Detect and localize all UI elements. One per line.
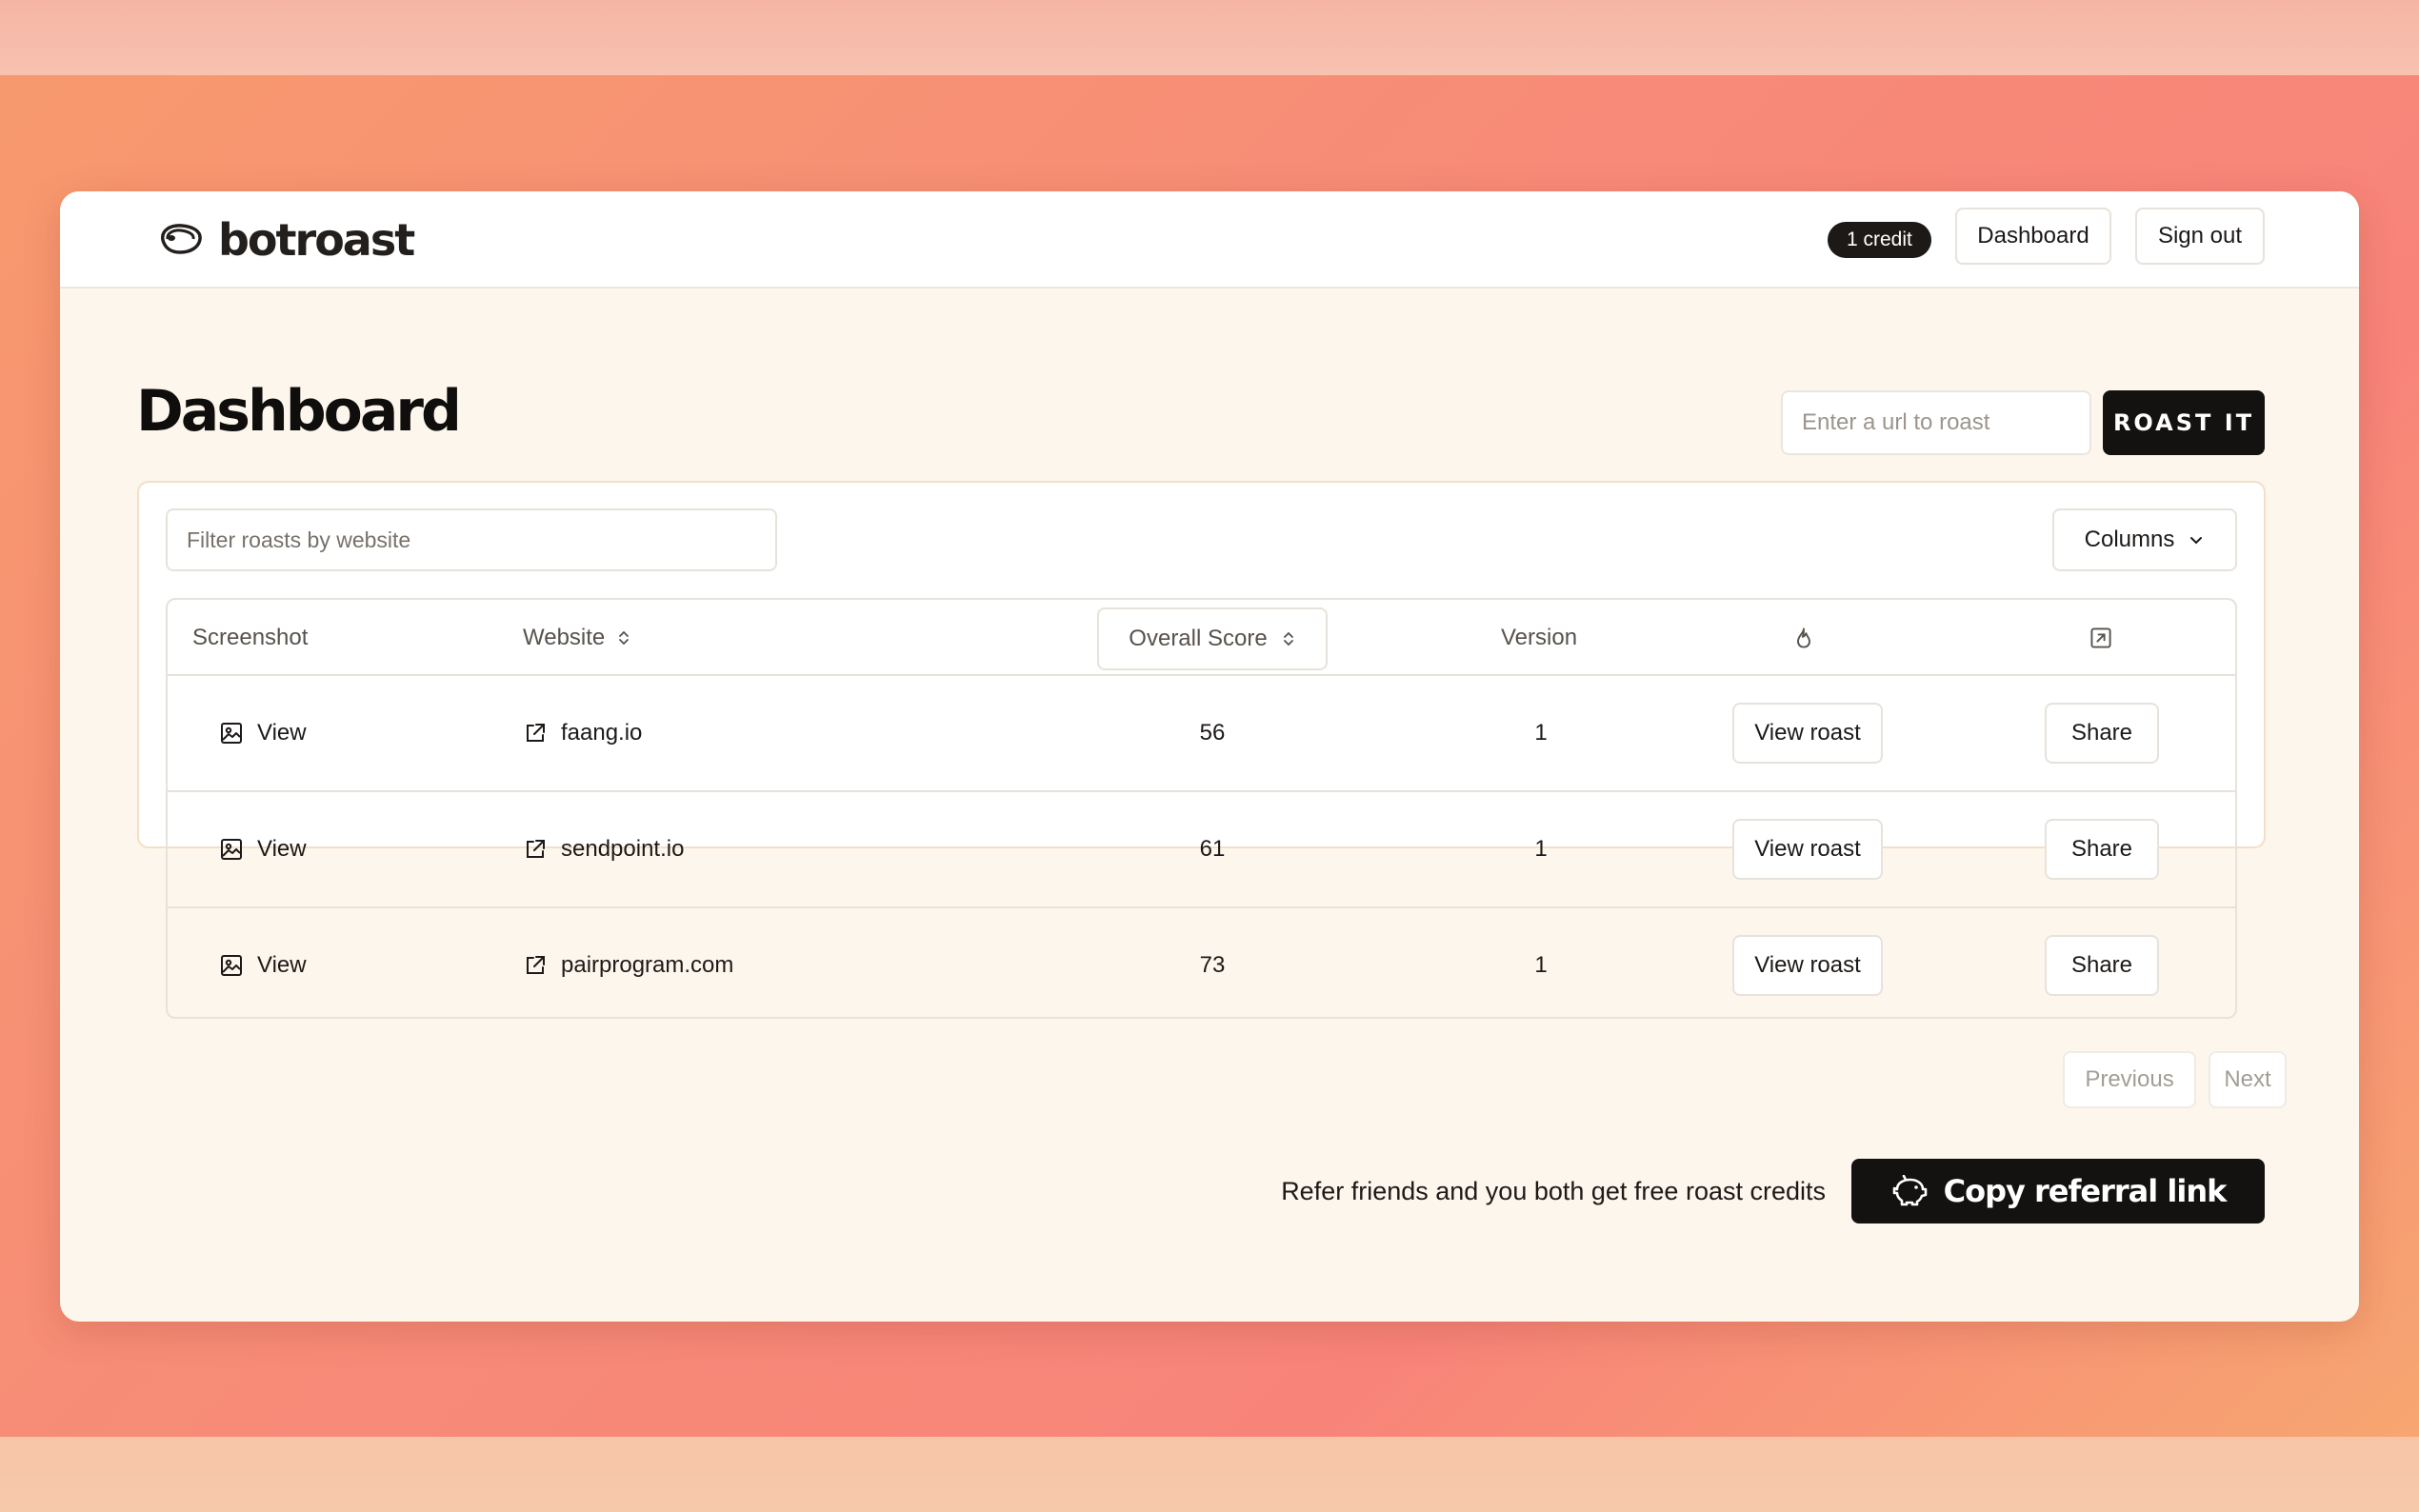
background-band-top [0, 0, 2419, 75]
external-link-icon [527, 956, 545, 974]
credits-badge: 1 credit [1828, 222, 1931, 258]
score-value: 56 [1199, 720, 1226, 746]
website-link[interactable]: pairprogram.com [523, 908, 734, 1017]
score-value: 73 [1199, 952, 1226, 978]
page-title: Dashboard [136, 378, 462, 445]
share-cell: Share [2045, 676, 2159, 790]
screenshot-view-label: View [257, 952, 307, 978]
view-roast-button[interactable]: View roast [1732, 819, 1883, 880]
table-row: View pairprogram.com 73 1 View roast Sha… [168, 908, 2235, 1017]
view-roast-button[interactable]: View roast [1732, 703, 1883, 764]
view-roast-button[interactable]: View roast [1732, 935, 1883, 996]
top-navbar: botroast 1 credit Dashboard Sign out [60, 191, 2359, 288]
app-window: botroast 1 credit Dashboard Sign out Das… [60, 191, 2359, 1322]
pagination-previous-button[interactable]: Previous [2063, 1051, 2196, 1108]
pagination-next-button[interactable]: Next [2209, 1051, 2287, 1108]
screenshot-view-link[interactable]: View [219, 676, 307, 790]
website-link[interactable]: sendpoint.io [523, 792, 684, 906]
sort-icon [619, 630, 630, 646]
brand-name: botroast [218, 214, 415, 266]
copy-referral-label: Copy referral link [1943, 1173, 2228, 1209]
steak-icon [161, 224, 202, 254]
table-row: View faang.io 56 1 View roast Share [168, 676, 2235, 792]
header-roast [1794, 600, 1813, 676]
screenshot-view-link[interactable]: View [219, 792, 307, 906]
roasts-table: Screenshot Website Overall Score Version [166, 598, 2237, 1019]
view-roast-cell: View roast [1732, 676, 1883, 790]
share-square-icon [2090, 627, 2111, 648]
brand-logo[interactable]: botroast [157, 212, 415, 268]
chevron-down-icon [2190, 537, 2203, 545]
share-cell: Share [2045, 792, 2159, 906]
header-share [2089, 600, 2112, 676]
header-overall-score[interactable]: Overall Score [1097, 607, 1328, 670]
header-version: Version [1501, 600, 1577, 676]
version-value: 1 [1534, 720, 1548, 746]
screenshot-view-link[interactable]: View [219, 908, 307, 1017]
share-button[interactable]: Share [2045, 703, 2159, 764]
columns-button[interactable]: Columns [2052, 508, 2237, 571]
score-value: 61 [1199, 836, 1226, 862]
header-score-label: Overall Score [1129, 626, 1268, 651]
background-band-bottom [0, 1437, 2419, 1512]
copy-referral-link-button[interactable]: Copy referral link [1851, 1159, 2265, 1224]
image-icon [221, 955, 242, 976]
version-value: 1 [1534, 836, 1548, 862]
columns-label: Columns [2084, 527, 2175, 552]
share-button[interactable]: Share [2045, 935, 2159, 996]
referral-text: Refer friends and you both get free roas… [1281, 1177, 1826, 1205]
version-value: 1 [1534, 952, 1548, 978]
header-screenshot: Screenshot [192, 600, 308, 676]
table-header: Screenshot Website Overall Score Version [168, 600, 2235, 676]
piggy-bank-icon [1892, 1175, 1927, 1206]
website-link[interactable]: faang.io [523, 676, 642, 790]
external-link-icon [527, 724, 545, 742]
website-label: faang.io [561, 720, 643, 746]
screenshot-view-label: View [257, 720, 307, 746]
view-roast-cell: View roast [1732, 908, 1883, 1017]
roast-it-button[interactable]: ROAST IT [2103, 390, 2265, 455]
header-website-label: Website [523, 625, 606, 650]
website-label: pairprogram.com [561, 952, 734, 978]
image-icon [221, 723, 242, 744]
roasts-card: Columns Screenshot Website Overall Score [137, 481, 2287, 1108]
nav-dashboard-button[interactable]: Dashboard [1955, 208, 2111, 265]
header-website[interactable]: Website [523, 600, 631, 676]
filter-input[interactable] [166, 508, 777, 571]
share-button[interactable]: Share [2045, 819, 2159, 880]
header-version-label: Version [1501, 625, 1578, 650]
sign-out-button[interactable]: Sign out [2135, 208, 2265, 265]
flame-icon [1797, 627, 1810, 648]
website-label: sendpoint.io [561, 836, 685, 862]
table-row: View sendpoint.io 61 1 View roast Share [168, 792, 2235, 908]
header-screenshot-label: Screenshot [192, 625, 309, 650]
url-input[interactable] [1781, 390, 2091, 455]
image-icon [221, 839, 242, 860]
share-cell: Share [2045, 908, 2159, 1017]
external-link-icon [527, 840, 545, 858]
view-roast-cell: View roast [1732, 792, 1883, 906]
sort-icon [1283, 631, 1293, 647]
screenshot-view-label: View [257, 836, 307, 862]
